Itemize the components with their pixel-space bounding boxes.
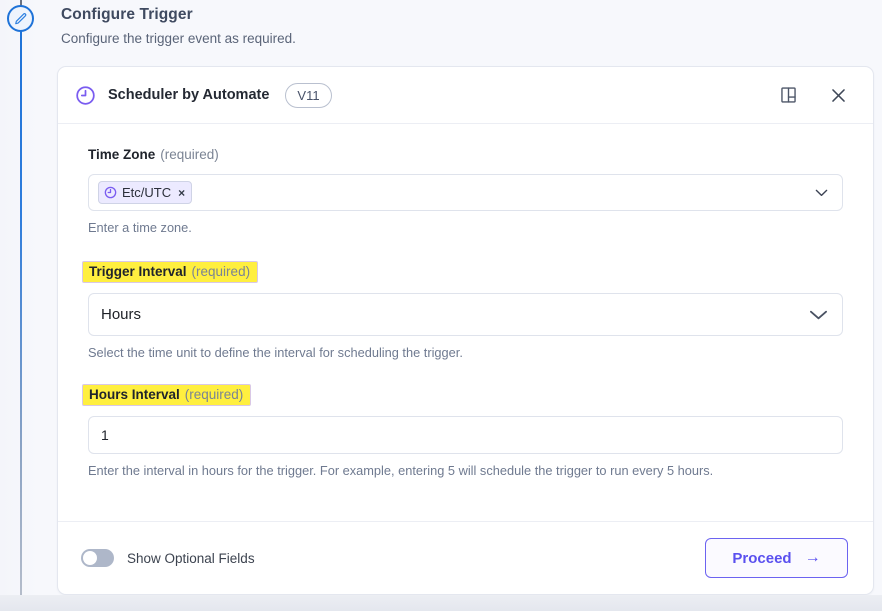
clock-icon [74,84,96,106]
page-subtitle: Configure the trigger event as required. [61,31,296,46]
docs-icon[interactable] [773,80,803,110]
label-text: Trigger Interval [89,264,187,279]
card-header: Scheduler by Automate V11 [58,67,873,124]
card-footer: Show Optional Fields Proceed → [58,521,873,594]
trigger-interval-value: Hours [101,306,142,323]
field-label-hours-interval: Hours Interval (required) [82,384,252,406]
toggle-knob [83,551,97,565]
trigger-interval-select[interactable]: Hours [88,293,843,336]
field-label-time-zone: Time Zone (required) [88,147,219,162]
chip-remove-icon[interactable]: × [178,187,185,199]
field-trigger-interval: Trigger Interval (required) Hours Select … [82,261,843,360]
rail-line-bottom [20,31,22,611]
chevron-down-icon[interactable] [809,309,828,321]
pencil-icon [14,12,28,26]
proceed-label: Proceed [732,549,792,567]
field-help-trigger-interval: Select the time unit to define the inter… [88,345,463,360]
close-icon[interactable] [823,80,853,110]
field-hours-interval: Hours Interval (required) 1 Enter the int… [82,384,843,478]
required-marker: (required) [184,387,244,402]
page-root: Configure Trigger Configure the trigger … [0,0,882,611]
trigger-config-card: Scheduler by Automate V11 Time Zone (req… [57,66,874,595]
field-help-time-zone: Enter a time zone. [88,220,192,235]
time-zone-chip[interactable]: Etc/UTC × [98,181,193,204]
step-node-edit[interactable] [7,5,34,32]
time-zone-select[interactable]: Etc/UTC × [88,174,843,211]
field-help-hours-interval: Enter the interval in hours for the trig… [88,463,714,478]
show-optional-fields-toggle[interactable] [81,549,114,567]
clock-icon [104,186,117,199]
hours-interval-value: 1 [101,427,109,443]
step-rail [0,0,42,611]
chevron-down-icon[interactable] [815,188,828,197]
label-text: Hours Interval [89,387,180,402]
arrow-right-icon: → [804,549,821,566]
proceed-button[interactable]: Proceed → [705,538,848,578]
bottom-strip [0,595,882,611]
hours-interval-input[interactable]: 1 [88,416,843,454]
field-time-zone: Time Zone (required) Etc/UTC × Enter a t… [88,146,843,235]
required-marker: (required) [191,264,251,279]
version-badge: V11 [285,82,332,108]
required-marker: (required) [160,147,219,162]
toggle-label: Show Optional Fields [127,550,255,566]
app-name: Scheduler by Automate [108,87,270,103]
label-text: Time Zone [88,147,156,162]
card-body: Time Zone (required) Etc/UTC × Enter a t… [58,124,873,542]
chip-label: Etc/UTC [122,185,172,200]
page-header: Configure Trigger Configure the trigger … [61,6,761,46]
page-title: Configure Trigger [61,6,193,23]
field-label-trigger-interval: Trigger Interval (required) [82,261,259,283]
